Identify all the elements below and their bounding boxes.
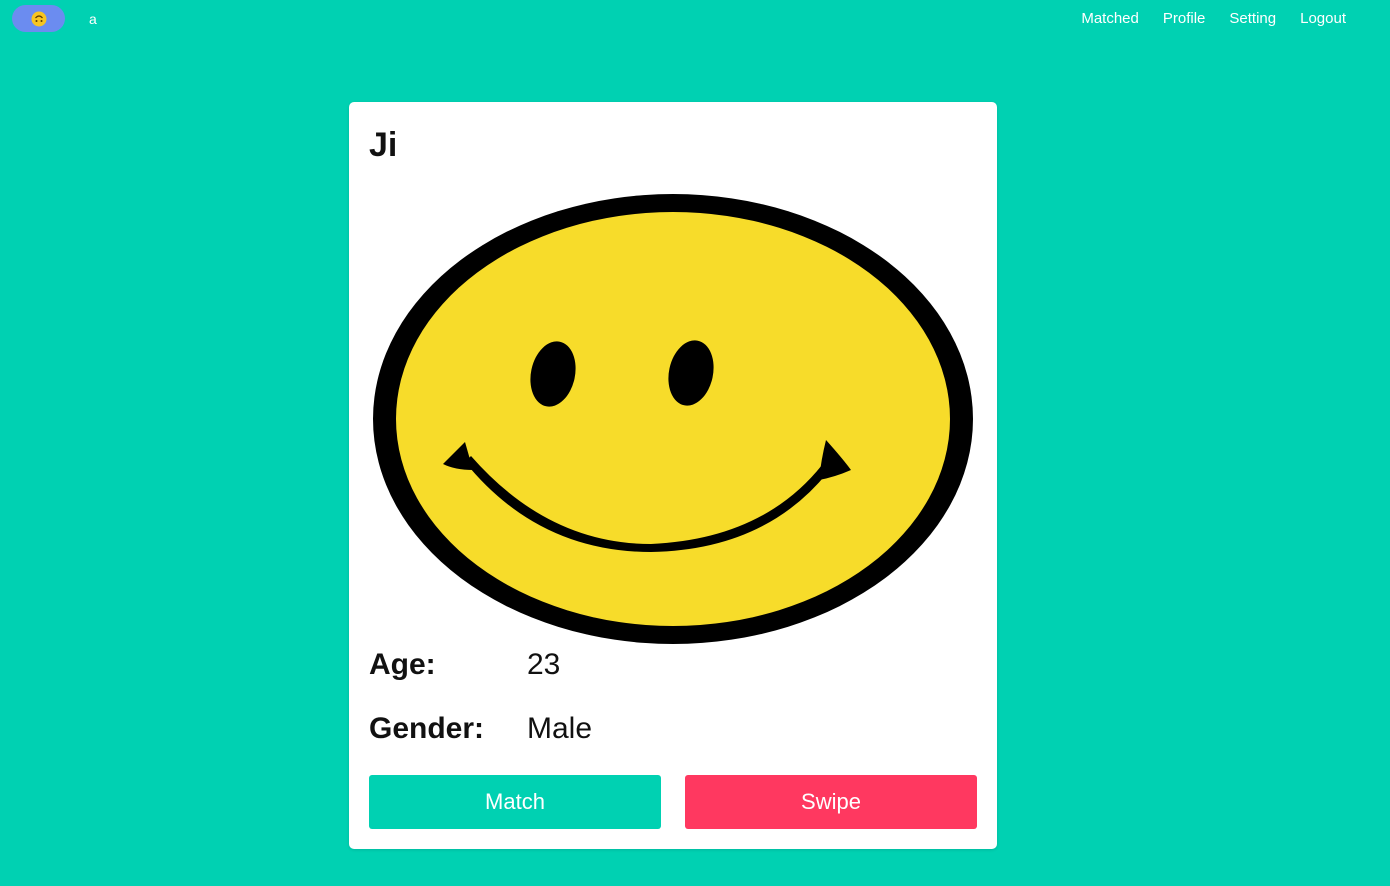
- gender-value: Male: [527, 712, 593, 745]
- swipe-button[interactable]: Swipe: [685, 775, 977, 829]
- nav-link-logout[interactable]: Logout: [1300, 10, 1346, 27]
- navbar: a Matched Profile Setting Logout: [0, 0, 1390, 40]
- age-label: Age:: [369, 648, 436, 681]
- profile-image-smiley: [373, 194, 973, 644]
- match-button[interactable]: Match: [369, 775, 661, 829]
- user-name: a: [89, 11, 97, 27]
- nav-link-matched[interactable]: Matched: [1081, 10, 1139, 27]
- profile-card: Ji Age: 23 Gender: Male Match Swipe: [349, 102, 997, 849]
- age-value: 23: [527, 648, 561, 681]
- upside-down-face-icon: [31, 11, 46, 26]
- profile-name: Ji: [369, 126, 398, 164]
- age-row: Age: 23: [369, 648, 560, 682]
- nav-links: Matched Profile Setting Logout: [1081, 10, 1346, 27]
- nav-link-setting[interactable]: Setting: [1229, 10, 1276, 27]
- nav-link-profile[interactable]: Profile: [1163, 10, 1206, 27]
- gender-row: Gender: Male: [369, 712, 592, 746]
- gender-label: Gender:: [369, 712, 485, 745]
- brand-logo-button[interactable]: [12, 5, 65, 32]
